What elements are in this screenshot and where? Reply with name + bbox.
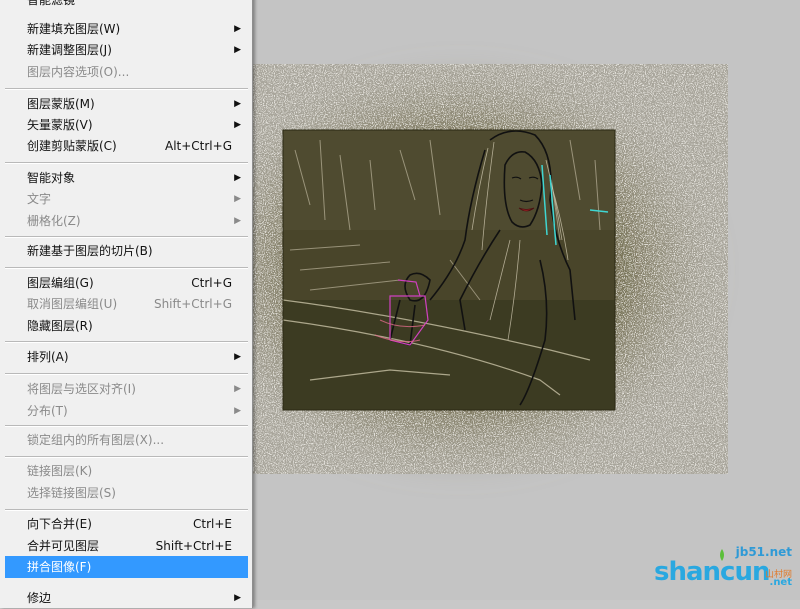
menu-item-label: 将图层与选区对齐(I) [27, 382, 136, 396]
image-canvas[interactable] [250, 0, 800, 600]
menu-item[interactable]: 合并可见图层 Shift+Ctrl+E [0, 535, 248, 557]
menu-item-label: 新建调整图层(J) [27, 43, 112, 57]
menu-item-label: 修边 [27, 591, 52, 605]
menu-item-label: 图层蒙版(M) [27, 97, 95, 111]
menu-item-shortcut: Ctrl+E [193, 517, 232, 531]
menu-separator [5, 162, 248, 164]
menu-item-label: 图层内容选项(O)... [27, 65, 130, 79]
menu-item[interactable]: 取消图层编组(U) Shift+Ctrl+G [0, 293, 248, 315]
menu-item[interactable]: 链接图层(K) [0, 460, 248, 482]
menu-item[interactable]: 分布(T) ▶ [0, 400, 248, 422]
menu-item[interactable]: 选择链接图层(S) [0, 482, 248, 504]
submenu-arrow-icon: ▶ [234, 406, 241, 416]
submenu-arrow-icon: ▶ [234, 45, 241, 55]
menu-item[interactable]: 智能对象 ▶ [0, 167, 248, 189]
submenu-arrow-icon: ▶ [234, 173, 241, 183]
photo-image [282, 129, 616, 411]
menu-item[interactable]: 图层蒙版(M) ▶ [0, 93, 248, 115]
menu-item-label: 分布(T) [27, 404, 68, 418]
menu-separator [5, 236, 248, 238]
menu-separator [5, 373, 248, 375]
watermark: jb51.net shancun 山村网 .net [654, 545, 794, 590]
menu-item-label: 取消图层编组(U) [27, 297, 118, 311]
submenu-arrow-icon: ▶ [234, 384, 241, 394]
menu-item[interactable]: 隐藏图层(R) [0, 315, 248, 337]
menu-item[interactable]: 栅格化(Z) ▶ [0, 210, 248, 232]
submenu-arrow-icon: ▶ [234, 120, 241, 130]
menu-item[interactable]: 锁定组内的所有图层(X)... [0, 429, 248, 451]
menu-item[interactable]: 创建剪贴蒙版(C) Alt+Ctrl+G [0, 135, 248, 157]
watermark-brand: shancun [654, 557, 770, 587]
menu-separator [5, 341, 248, 343]
menu-item[interactable]: 新建基于图层的切片(B) [0, 240, 248, 262]
menu-item-label: 锁定组内的所有图层(X)... [27, 433, 165, 447]
menu-separator [5, 425, 248, 427]
menu-item-shortcut: Alt+Ctrl+G [164, 139, 232, 153]
menu-item[interactable]: 新建调整图层(J) ▶ [0, 39, 248, 61]
menu-separator [5, 509, 248, 511]
menu-item[interactable]: 拼合图像(F) [5, 556, 248, 578]
menu-item-label: 栅格化(Z) [27, 214, 81, 228]
menu-item[interactable]: 文字 ▶ [0, 188, 248, 210]
watermark-net: .net [769, 577, 792, 588]
menu-item[interactable]: 向下合并(E) Ctrl+E [0, 513, 248, 535]
menu-item-label: 向下合并(E) [27, 517, 92, 531]
menu-item-shortcut: Shift+Ctrl+E [155, 539, 232, 553]
menu-item-label: 图层编组(G) [27, 276, 94, 290]
submenu-arrow-icon: ▶ [234, 99, 241, 109]
menu-item-label: 合并可见图层 [27, 539, 100, 553]
menu-item[interactable]: 修边 ▶ [0, 587, 248, 609]
menu-item-label: 创建剪贴蒙版(C) [27, 139, 117, 153]
document-canvas-area[interactable]: jb51.net shancun 山村网 .net [250, 0, 800, 600]
submenu-arrow-icon: ▶ [234, 24, 241, 34]
menu-separator [5, 88, 248, 90]
menu-item[interactable]: 将图层与选区对齐(I) ▶ [0, 378, 248, 400]
menu-item[interactable]: 图层内容选项(O)... [0, 61, 248, 83]
menu-item[interactable]: 矢量蒙版(V) ▶ [0, 114, 248, 136]
menu-item[interactable]: 新建填充图层(W) ▶ [0, 18, 248, 40]
menu-item-label: 拼合图像(F) [27, 560, 92, 574]
menu-item-label: 新建基于图层的切片(B) [27, 244, 153, 258]
menu-item[interactable]: 智能滤镜 [0, 0, 248, 11]
menu-item[interactable]: 排列(A) ▶ [0, 346, 248, 368]
menu-item-shortcut: Ctrl+G [191, 276, 232, 290]
menu-item-label: 新建填充图层(W) [27, 22, 121, 36]
menu-item-label: 智能滤镜 [27, 0, 76, 7]
menu-item-label: 选择链接图层(S) [27, 486, 116, 500]
menu-item-label: 排列(A) [27, 350, 69, 364]
submenu-arrow-icon: ▶ [234, 194, 241, 204]
menu-item-label: 隐藏图层(R) [27, 319, 93, 333]
menu-item[interactable]: 图层编组(G) Ctrl+G [0, 272, 248, 294]
menu-item-label: 文字 [27, 192, 52, 206]
submenu-arrow-icon: ▶ [234, 216, 241, 226]
menu-item-label: 链接图层(K) [27, 464, 93, 478]
menu-item-label: 智能对象 [27, 171, 76, 185]
submenu-arrow-icon: ▶ [234, 352, 241, 362]
layer-context-menu[interactable]: 智能滤镜新建填充图层(W) ▶ 新建调整图层(J) ▶ 图层内容选项(O)... 图层蒙版… [0, 0, 253, 608]
menu-item-shortcut: Shift+Ctrl+G [153, 297, 232, 311]
menu-separator [5, 267, 248, 269]
menu-separator [5, 456, 248, 458]
menu-item-label: 矢量蒙版(V) [27, 118, 93, 132]
submenu-arrow-icon: ▶ [234, 593, 241, 603]
